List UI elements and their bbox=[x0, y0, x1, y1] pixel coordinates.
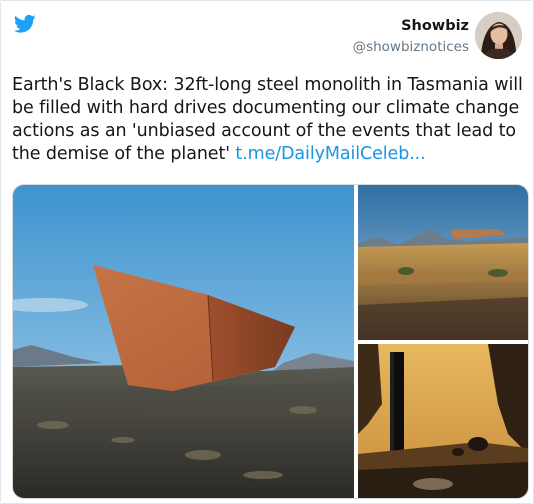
tweet-link[interactable]: t.me/DailyMailCeleb... bbox=[235, 144, 425, 164]
tweet-card: Showbiz @showbiznotices Earth's Black Bo… bbox=[0, 0, 534, 504]
media-image-film-still[interactable] bbox=[358, 344, 528, 498]
twitter-bird-icon[interactable] bbox=[14, 14, 36, 34]
avatar[interactable] bbox=[475, 12, 522, 59]
media-image-monolith[interactable] bbox=[13, 185, 354, 498]
author-name[interactable]: Showbiz bbox=[353, 17, 469, 35]
tweet-text: Earth's Black Box: 32ft-long steel monol… bbox=[12, 74, 524, 166]
media-image-landscape[interactable] bbox=[358, 185, 528, 340]
author-block[interactable]: Showbiz @showbiznotices bbox=[353, 17, 469, 56]
author-handle[interactable]: @showbiznotices bbox=[353, 38, 469, 56]
media-grid bbox=[12, 184, 529, 499]
